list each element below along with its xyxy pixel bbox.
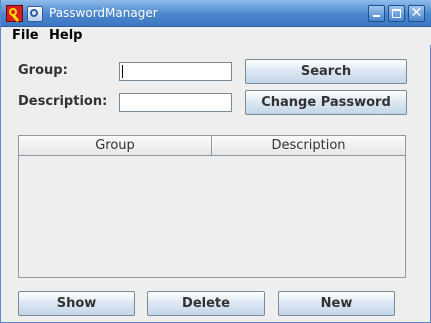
text-caret: [122, 65, 123, 78]
window-title: PasswordManager: [49, 6, 158, 20]
menu-help[interactable]: Help: [49, 27, 82, 45]
group-label: Group:: [18, 63, 68, 78]
menu-file[interactable]: File: [12, 27, 39, 45]
minimize-button[interactable]: [368, 5, 385, 22]
column-header-description[interactable]: Description: [212, 136, 405, 155]
menu-bar: File Help: [2, 27, 431, 45]
column-header-group[interactable]: Group: [19, 136, 212, 155]
description-input[interactable]: [119, 93, 232, 112]
table-body[interactable]: [19, 156, 405, 277]
description-label: Description:: [18, 94, 108, 109]
title-bar[interactable]: PasswordManager ✕: [1, 0, 431, 27]
change-password-button[interactable]: Change Password: [245, 90, 407, 115]
maximize-icon: [392, 9, 401, 18]
search-button[interactable]: Search: [245, 59, 407, 84]
new-button[interactable]: New: [278, 291, 395, 316]
maximize-button[interactable]: [388, 5, 405, 22]
close-button[interactable]: ✕: [408, 5, 425, 22]
key-icon: [6, 5, 23, 23]
delete-button[interactable]: Delete: [147, 291, 265, 316]
window-menu-icon[interactable]: [27, 6, 43, 22]
close-icon: ✕: [410, 5, 423, 21]
table-header: Group Description: [19, 136, 405, 156]
show-button[interactable]: Show: [18, 291, 135, 316]
password-table[interactable]: Group Description: [18, 135, 406, 278]
group-input[interactable]: [119, 62, 232, 81]
minimize-icon: [373, 15, 380, 17]
app-window: PasswordManager ✕ File Help Group: Descr…: [0, 0, 431, 323]
